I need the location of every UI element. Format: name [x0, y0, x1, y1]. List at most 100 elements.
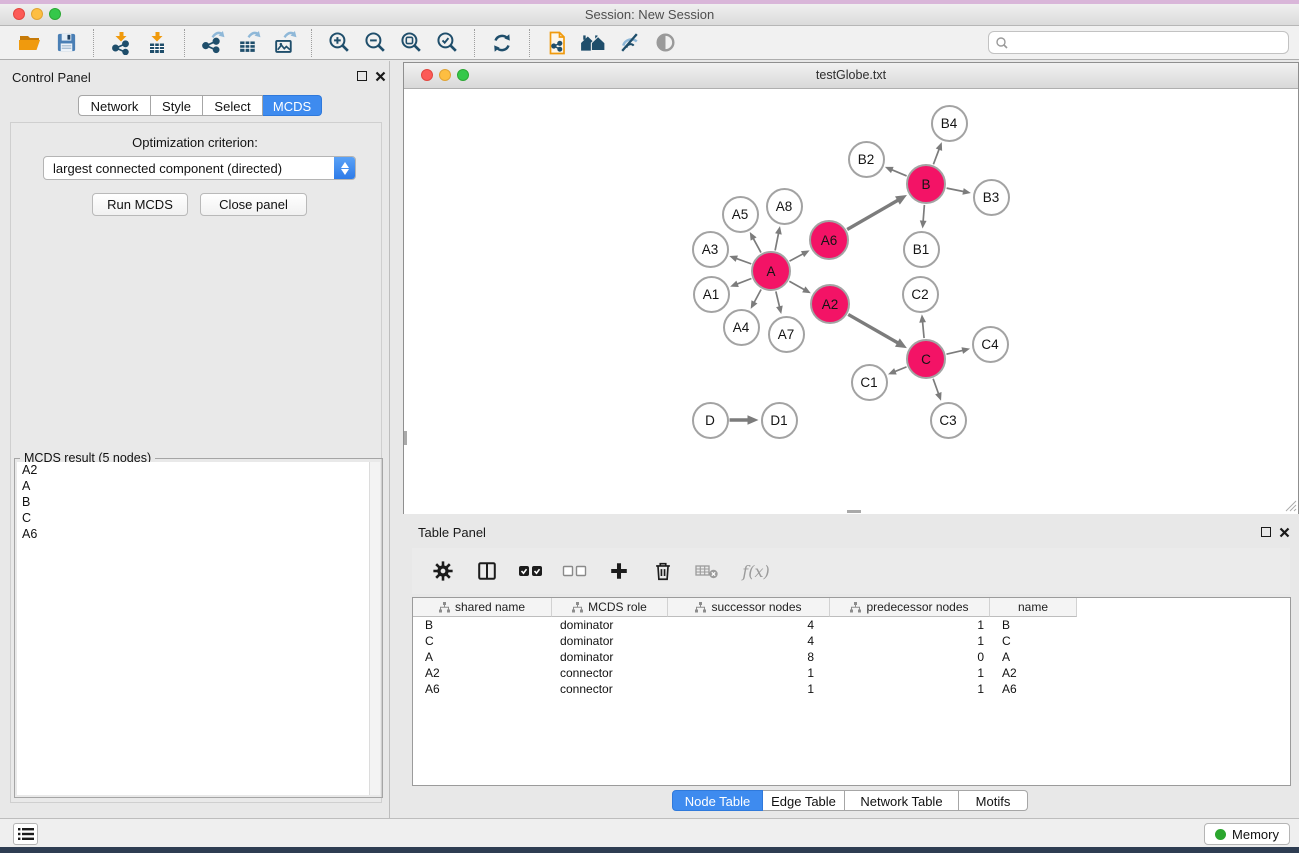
graph-edge-A6-B[interactable]	[847, 195, 907, 230]
graph-edge-B-B2[interactable]	[885, 167, 907, 176]
close-window-button[interactable]	[13, 8, 25, 20]
graph-edge-A-A8[interactable]	[775, 226, 782, 250]
tab-motifs[interactable]: Motifs	[959, 790, 1028, 811]
graph-edge-A-A1[interactable]	[730, 279, 751, 287]
close-panel-action-button[interactable]: Close panel	[200, 193, 307, 216]
visibility-button[interactable]	[647, 28, 683, 58]
frame-edge-handle[interactable]	[404, 431, 407, 445]
tab-style[interactable]: Style	[151, 95, 203, 116]
frame-zoom-button[interactable]	[457, 69, 469, 81]
tab-select[interactable]: Select	[203, 95, 263, 116]
save-session-button[interactable]	[48, 28, 84, 58]
import-network-button[interactable]	[103, 28, 139, 58]
graph-node-B2[interactable]: B2	[848, 141, 885, 178]
close-panel-button[interactable]	[371, 67, 389, 85]
table-row[interactable]: Bdominator41B	[413, 617, 1290, 633]
graph-node-A4[interactable]: A4	[723, 309, 760, 346]
function-builder-button[interactable]: f(x)	[736, 556, 776, 586]
graph-edge-D-D1[interactable]	[730, 415, 759, 425]
table-row[interactable]: Cdominator41C	[413, 633, 1290, 649]
graph-node-B1[interactable]: B1	[903, 231, 940, 268]
run-mcds-button[interactable]: Run MCDS	[92, 193, 188, 216]
select-all-button[interactable]	[516, 556, 546, 586]
column-header-predecessor-nodes[interactable]: predecessor nodes	[830, 598, 990, 617]
graph-node-A[interactable]: A	[751, 251, 791, 291]
result-scrollbar[interactable]	[369, 462, 380, 795]
split-view-button[interactable]	[472, 556, 502, 586]
mcds-result-item[interactable]: C	[17, 510, 369, 526]
style-toggle-button[interactable]	[611, 28, 647, 58]
column-header-name[interactable]: name	[990, 598, 1077, 617]
graph-edge-C-C1[interactable]	[888, 367, 907, 375]
task-history-button[interactable]	[13, 823, 38, 845]
float-panel-button[interactable]	[357, 71, 367, 81]
deselect-all-button[interactable]	[560, 556, 590, 586]
export-network-button[interactable]	[194, 28, 230, 58]
graph-edge-A-A6[interactable]	[790, 250, 810, 261]
criterion-dropdown[interactable]: largest connected component (directed)	[43, 156, 356, 180]
table-row[interactable]: Adominator80A	[413, 649, 1290, 665]
graph-node-A7[interactable]: A7	[768, 316, 805, 353]
mcds-result-item[interactable]: B	[17, 494, 369, 510]
tab-mcds[interactable]: MCDS	[263, 95, 322, 116]
zoom-in-button[interactable]	[321, 28, 357, 58]
frame-minimize-button[interactable]	[439, 69, 451, 81]
graph-node-C3[interactable]: C3	[930, 402, 967, 439]
zoom-window-button[interactable]	[49, 8, 61, 20]
graph-edge-A2-C[interactable]	[848, 314, 907, 348]
tab-node-table[interactable]: Node Table	[672, 790, 763, 811]
graph-node-C1[interactable]: C1	[851, 364, 888, 401]
mcds-result-item[interactable]: A2	[17, 462, 369, 478]
graph-edge-A-A3[interactable]	[729, 255, 751, 263]
graph-node-A8[interactable]: A8	[766, 188, 803, 225]
mcds-result-item[interactable]: A6	[17, 526, 369, 542]
tab-network[interactable]: Network	[78, 95, 151, 116]
graph-node-C4[interactable]: C4	[972, 326, 1009, 363]
tab-edge-table[interactable]: Edge Table	[763, 790, 845, 811]
frame-close-button[interactable]	[421, 69, 433, 81]
table-row[interactable]: A6connector11A6	[413, 681, 1290, 697]
table-row[interactable]: A2connector11A2	[413, 665, 1290, 681]
networks-home-button[interactable]	[575, 28, 611, 58]
graph-edge-A-A5[interactable]	[750, 232, 761, 253]
graph-edge-B-B3[interactable]	[947, 188, 971, 195]
mcds-result-item[interactable]: A	[17, 478, 369, 494]
export-image-button[interactable]	[266, 28, 302, 58]
export-table-button[interactable]	[230, 28, 266, 58]
open-session-button[interactable]	[12, 28, 48, 58]
new-network-from-selection-button[interactable]	[539, 28, 575, 58]
graph-node-A5[interactable]: A5	[722, 196, 759, 233]
float-table-panel-button[interactable]	[1261, 527, 1271, 537]
graph-edge-B-B1[interactable]	[920, 205, 927, 229]
memory-button[interactable]: Memory	[1204, 823, 1290, 845]
network-canvas[interactable]: B4B2BB3A5A8A6A3B1AC2A1A2A4A7CC4C1C3DD1	[404, 89, 1298, 514]
tab-network-table[interactable]: Network Table	[845, 790, 959, 811]
zoom-out-button[interactable]	[357, 28, 393, 58]
delete-row-button[interactable]	[648, 556, 678, 586]
column-header-MCDS-role[interactable]: MCDS role	[552, 598, 668, 617]
zoom-fit-button[interactable]	[393, 28, 429, 58]
graph-edge-C-C4[interactable]	[946, 347, 970, 354]
graph-edge-A-A2[interactable]	[789, 281, 810, 293]
search-input[interactable]	[1010, 33, 1288, 52]
import-table-button[interactable]	[139, 28, 175, 58]
graph-edge-A-A7[interactable]	[776, 291, 783, 314]
graph-node-A3[interactable]: A3	[692, 231, 729, 268]
column-header-successor-nodes[interactable]: successor nodes	[668, 598, 830, 617]
graph-node-A2[interactable]: A2	[810, 284, 850, 324]
zoom-selected-button[interactable]	[429, 28, 465, 58]
delete-table-button[interactable]	[692, 556, 722, 586]
add-row-button[interactable]	[604, 556, 634, 586]
table-settings-button[interactable]	[428, 556, 458, 586]
graph-node-A6[interactable]: A6	[809, 220, 849, 260]
graph-edge-C-C2[interactable]	[919, 314, 926, 338]
graph-edge-C-C3[interactable]	[933, 379, 941, 401]
frame-edge-handle[interactable]	[847, 510, 861, 513]
graph-edge-A-A4[interactable]	[751, 290, 761, 309]
graph-edge-B-B4[interactable]	[933, 142, 942, 164]
graph-node-D[interactable]: D	[692, 402, 729, 439]
apply-layout-button[interactable]	[484, 28, 520, 58]
graph-node-C[interactable]: C	[906, 339, 946, 379]
column-header-shared-name[interactable]: shared name	[413, 598, 552, 617]
graph-node-B4[interactable]: B4	[931, 105, 968, 142]
